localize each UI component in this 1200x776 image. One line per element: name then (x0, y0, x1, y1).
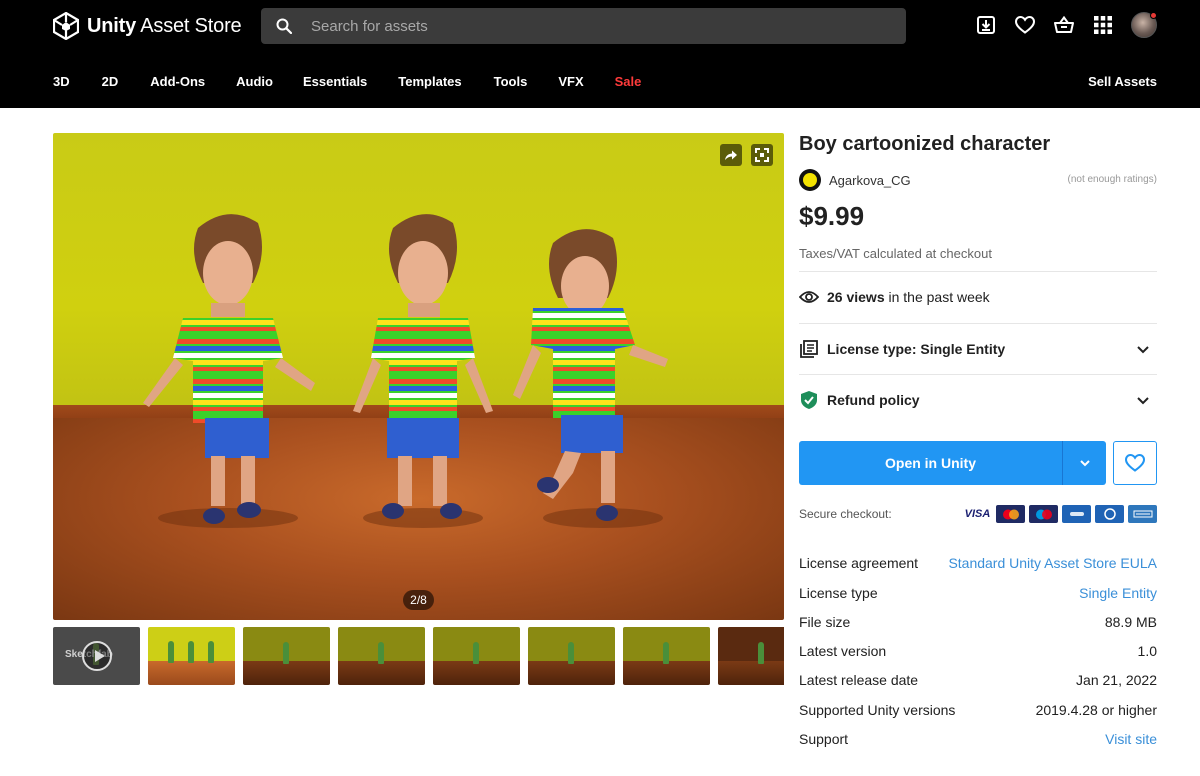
detail-latest-release-date: Latest release date Jan 21, 2022 (799, 672, 1157, 690)
mastercard-icon (996, 505, 1025, 523)
detail-license-type: License type Single Entity (799, 585, 1157, 603)
open-in-unity-button[interactable]: Open in Unity (799, 441, 1106, 485)
vat-note: Taxes/VAT calculated at checkout (799, 246, 992, 261)
share-icon[interactable] (720, 144, 742, 166)
fullscreen-icon[interactable] (751, 144, 773, 166)
detail-license-agreement: License agreement Standard Unity Asset S… (799, 555, 1157, 573)
diners-club-icon (1095, 505, 1124, 523)
top-header: Unity Asset Store 3D 2D Add-Ons Audio Es… (0, 0, 1200, 108)
nav-item-vfx[interactable]: VFX (558, 74, 583, 90)
thumbnail-8[interactable] (718, 627, 784, 685)
image-counter: 2/8 (403, 590, 434, 610)
character-1 (143, 214, 315, 528)
detail-value: 88.9 MB (1104, 614, 1157, 630)
thumbnail-5[interactable] (433, 627, 520, 685)
nav-item-templates[interactable]: Templates (398, 74, 461, 90)
detail-supported-unity-versions: Supported Unity versions 2019.4.28 or hi… (799, 702, 1157, 720)
publisher[interactable]: Agarkova_CG (799, 169, 911, 191)
main-preview-image[interactable]: 2/8 (53, 133, 784, 620)
unity-asset-store-logo[interactable]: Unity Asset Store (53, 11, 242, 41)
thumbnail-6[interactable] (528, 627, 615, 685)
header-icons (975, 12, 1157, 38)
nav-item-3d[interactable]: 3D (53, 74, 70, 90)
divider (799, 323, 1157, 324)
detail-file-size: File size 88.9 MB (799, 614, 1157, 632)
cta-dropdown-chevron-icon[interactable] (1063, 441, 1106, 485)
publisher-name[interactable]: Agarkova_CG (829, 173, 911, 188)
license-type-accordion[interactable]: License type: Single Entity (799, 338, 1157, 360)
product-title: Boy cartoonized character (799, 133, 1051, 155)
category-nav: 3D 2D Add-Ons Audio Essentials Templates… (53, 74, 641, 90)
eye-icon (799, 287, 819, 307)
divider (799, 271, 1157, 272)
sell-assets-link[interactable]: Sell Assets (1088, 74, 1157, 89)
refund-policy-accordion[interactable]: Refund policy (799, 389, 1157, 411)
detail-key: Latest version (799, 643, 887, 659)
chevron-down-icon[interactable] (1135, 392, 1151, 408)
search-input[interactable] (261, 8, 906, 44)
detail-key: Latest release date (799, 672, 919, 688)
nav-item-add-ons[interactable]: Add-Ons (150, 74, 205, 90)
detail-key: Supported Unity versions (799, 702, 956, 718)
wishlist-heart-icon[interactable] (1014, 14, 1036, 36)
detail-key: License type (799, 585, 878, 601)
ratings-text: (not enough ratings) (1067, 174, 1157, 185)
detail-key: File size (799, 614, 851, 630)
open-in-unity-label: Open in Unity (885, 455, 976, 471)
character-2 (353, 214, 493, 528)
views-suffix: in the past week (884, 289, 990, 305)
detail-key: License agreement (799, 555, 919, 571)
secure-checkout-label: Secure checkout: (799, 507, 892, 521)
nav-item-2d[interactable]: 2D (102, 74, 119, 90)
add-to-wishlist-button[interactable] (1113, 441, 1157, 485)
divider (799, 374, 1157, 375)
thumbnail-strip: Sketchfab (53, 627, 784, 685)
unity-cube-icon (53, 12, 79, 40)
detail-value: 1.0 (1137, 643, 1157, 659)
character-3 (513, 229, 668, 528)
search-icon[interactable] (276, 18, 292, 34)
visit-site-link[interactable]: Visit site (1105, 731, 1157, 747)
thumbnail-7[interactable] (623, 627, 710, 685)
play-icon (82, 641, 112, 671)
search-bar[interactable] (261, 8, 906, 44)
downloads-icon[interactable] (975, 14, 997, 36)
thumbnail-2[interactable] (146, 627, 237, 685)
views-count: 26 views (827, 289, 885, 305)
price: $9.99 (799, 201, 865, 231)
character-render-illustration (143, 214, 668, 528)
license-type-link[interactable]: Single Entity (1079, 585, 1157, 601)
user-avatar[interactable] (1131, 12, 1157, 38)
amex-icon (1128, 505, 1157, 523)
cart-basket-icon[interactable] (1053, 14, 1075, 36)
shield-check-icon (799, 390, 819, 410)
refund-policy-label: Refund policy (827, 392, 920, 408)
publisher-logo (799, 169, 821, 191)
heart-icon (1125, 454, 1145, 472)
paypal-icon (1062, 505, 1091, 523)
license-icon (799, 339, 819, 359)
thumbnail-4[interactable] (338, 627, 425, 685)
license-type-label: License type: Single Entity (827, 341, 1006, 357)
thumbnail-3[interactable] (243, 627, 330, 685)
detail-value: 2019.4.28 or higher (1035, 702, 1157, 718)
nav-item-tools[interactable]: Tools (494, 74, 528, 90)
payment-methods: VISA (963, 505, 1157, 523)
nav-item-audio[interactable]: Audio (236, 74, 273, 90)
logo-text: Unity Asset Store (87, 14, 242, 37)
notification-dot (1150, 12, 1157, 19)
nav-item-sale[interactable]: Sale (615, 74, 642, 90)
visa-icon: VISA (963, 505, 992, 523)
views-row: 26 views in the past week (799, 286, 1157, 308)
detail-key: Support (799, 731, 849, 747)
detail-support: Support Visit site (799, 731, 1157, 749)
license-agreement-link[interactable]: Standard Unity Asset Store EULA (948, 555, 1157, 571)
maestro-icon (1029, 505, 1058, 523)
apps-grid-icon[interactable] (1092, 14, 1114, 36)
detail-value: Jan 21, 2022 (1076, 672, 1157, 688)
detail-latest-version: Latest version 1.0 (799, 643, 1157, 661)
nav-item-essentials[interactable]: Essentials (303, 74, 367, 90)
thumbnail-sketchfab[interactable]: Sketchfab (53, 627, 140, 685)
chevron-down-icon[interactable] (1135, 341, 1151, 357)
